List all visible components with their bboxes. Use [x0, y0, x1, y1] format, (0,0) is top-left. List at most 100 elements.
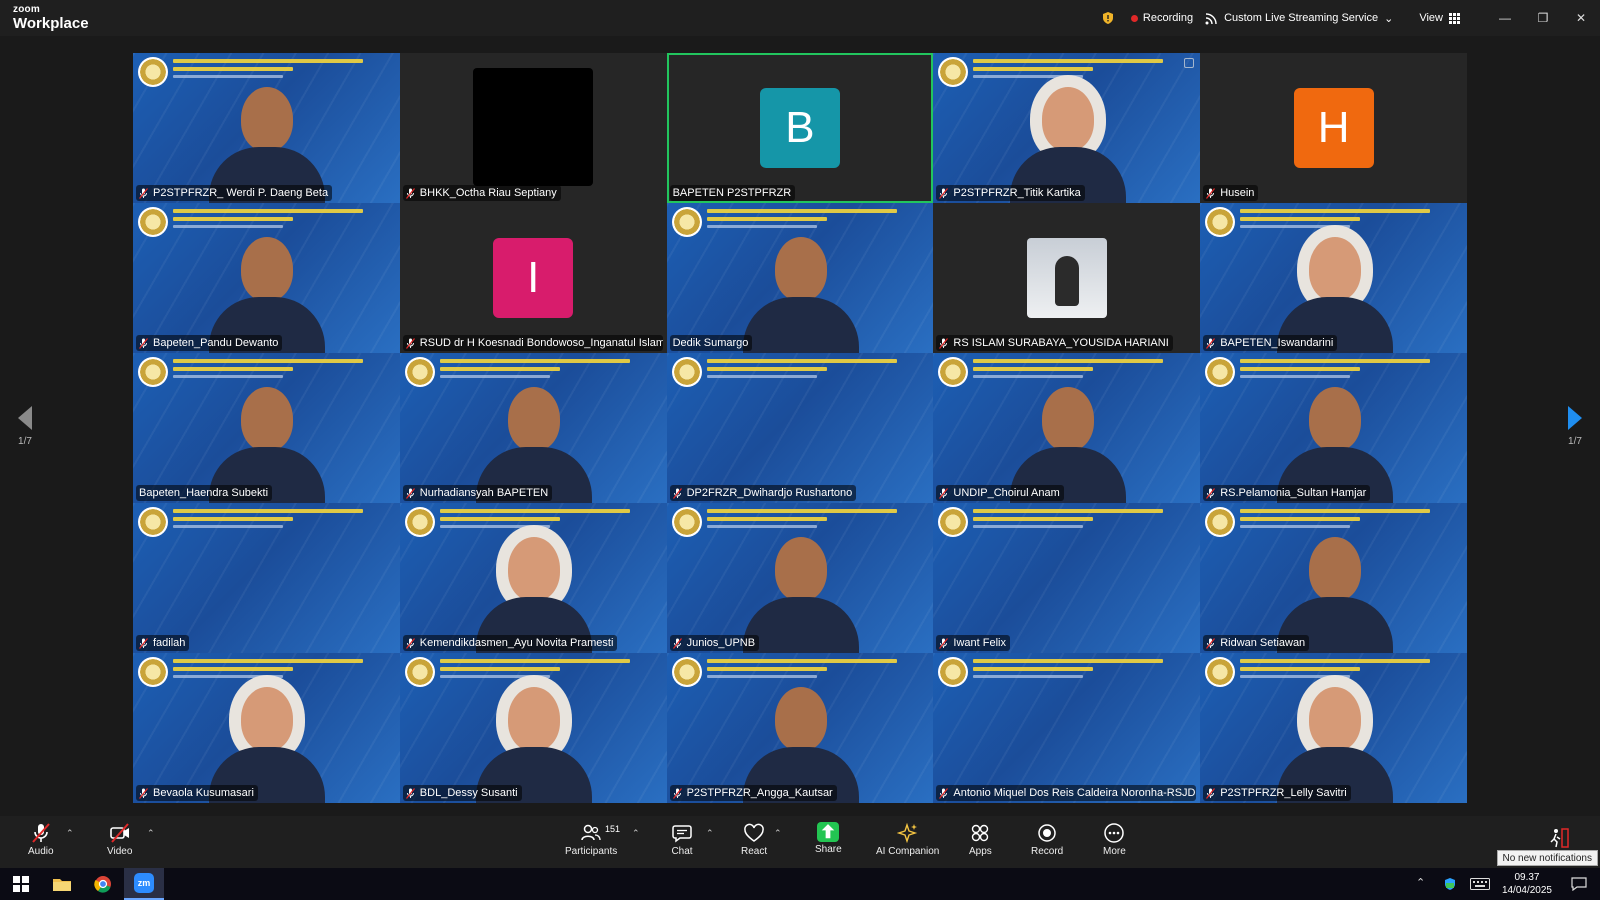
security-tray-icon[interactable]: [1443, 877, 1457, 891]
participant-tile[interactable]: H Husein: [1200, 53, 1467, 203]
banner-graphic: [173, 367, 293, 371]
participant-tile[interactable]: P2STPFRZR_Titik Kartika: [933, 53, 1201, 203]
participant-tile[interactable]: Iwant Felix: [933, 503, 1201, 653]
audio-options-caret-icon[interactable]: ⌃: [66, 828, 74, 839]
participant-name: fadilah: [153, 637, 186, 649]
participant-tile[interactable]: Ridwan Setiawan: [1200, 503, 1467, 653]
participant-tile[interactable]: Junios_UPNB: [666, 503, 934, 653]
view-label[interactable]: View: [1419, 12, 1443, 24]
leave-meeting-icon[interactable]: [1547, 827, 1571, 849]
participant-name-label: BDL_Dessy Susanti: [402, 785, 522, 801]
participant-name: Bevaola Kusumasari: [153, 787, 254, 799]
participant-name: Bapeten_Pandu Dewanto: [153, 337, 279, 349]
participant-tile[interactable]: Antonio Miquel Dos Reis Caldeira Noronha…: [933, 653, 1201, 803]
minimize-button[interactable]: —: [1486, 0, 1524, 36]
banner-graphic: [173, 67, 293, 71]
participant-tile[interactable]: Nurhadiansyah BAPETEN: [399, 353, 667, 503]
participant-tile[interactable]: Dedik Sumargo: [666, 203, 934, 353]
restore-button[interactable]: ❐: [1524, 0, 1562, 36]
participant-tile[interactable]: Bapeten_Pandu Dewanto: [133, 203, 400, 353]
microphone-muted-icon: [939, 187, 949, 199]
participant-name-label: DP2FRZR_Dwihardjo Rushartono: [669, 485, 857, 501]
participant-name-label: P2STPFRZR_ Werdi P. Daeng Beta: [136, 185, 333, 201]
banner-graphic: [1240, 517, 1361, 521]
windows-start-icon[interactable]: [8, 868, 34, 900]
share-button[interactable]: Share: [815, 822, 842, 864]
participant-name-label: Kemendikdasmen_Ayu Novita Pramesti: [402, 635, 618, 651]
participant-name: BHKK_Octha Riau Septiany: [419, 187, 557, 199]
participant-tile[interactable]: P2STPFRZR_Lelly Savitri: [1200, 653, 1467, 803]
participant-video: [468, 673, 598, 803]
participants-label: Participants: [565, 846, 618, 857]
ai-companion-button[interactable]: AI Companion: [876, 822, 939, 864]
record-label: Record: [1031, 846, 1064, 857]
participant-video: [468, 523, 598, 653]
participant-tile[interactable]: P2STPFRZR_Angga_Kautsar: [666, 653, 934, 803]
chat-options-caret-icon[interactable]: ⌃: [706, 828, 714, 839]
participant-tile[interactable]: P2STPFRZR_ Werdi P. Daeng Beta: [133, 53, 400, 203]
audio-button[interactable]: Audio: [28, 822, 54, 864]
participant-video: [1002, 73, 1132, 203]
banner-graphic: [973, 659, 1164, 663]
notification-center-icon[interactable]: [1571, 877, 1587, 891]
participant-tile[interactable]: BHKK_Octha Riau Septiany: [399, 53, 667, 203]
clock[interactable]: 09.37 14/04/2025: [1502, 871, 1552, 897]
microphone-muted-icon: [939, 337, 949, 349]
participant-name-label: Ridwan Setiawan: [1203, 635, 1310, 651]
participant-tile[interactable]: BAPETEN_Iswandarini: [1200, 203, 1467, 353]
brand-big: Workplace: [13, 15, 89, 32]
participant-name: RS ISLAM SURABAYA_YOUSIDA HARIANI: [953, 337, 1169, 349]
previous-page-button[interactable]: 1/7: [5, 406, 45, 447]
grid-view-icon[interactable]: [1449, 12, 1460, 24]
bapeten-seal-icon: [938, 357, 969, 387]
banner-graphic: [173, 59, 363, 63]
participant-name-label: fadilah: [136, 635, 190, 651]
video-button[interactable]: Video: [107, 822, 132, 864]
participant-avatar: I: [493, 238, 574, 318]
file-explorer-icon[interactable]: [48, 868, 76, 900]
participant-tile[interactable]: DP2FRZR_Dwihardjo Rushartono: [666, 353, 934, 503]
video-options-caret-icon[interactable]: ⌃: [147, 828, 155, 839]
banner-graphic: [173, 667, 293, 671]
more-button[interactable]: More: [1103, 822, 1126, 864]
streaming-label[interactable]: Custom Live Streaming Service: [1224, 12, 1378, 24]
apps-button[interactable]: Apps: [969, 822, 992, 864]
microphone-muted-icon: [939, 487, 949, 499]
participant-tile[interactable]: Kemendikdasmen_Ayu Novita Pramesti: [399, 503, 667, 653]
keyboard-icon[interactable]: [1470, 878, 1490, 890]
close-button[interactable]: ✕: [1562, 0, 1600, 36]
pin-icon[interactable]: [1184, 58, 1195, 68]
participant-video: [201, 73, 331, 203]
bapeten-seal-icon: [404, 357, 435, 387]
arrow-left-icon: [18, 406, 32, 430]
chat-button[interactable]: Chat: [671, 822, 693, 864]
apps-icon: [972, 824, 989, 842]
next-page-button[interactable]: 1/7: [1555, 406, 1595, 447]
microphone-muted-icon: [32, 823, 50, 843]
participant-video: [201, 373, 331, 503]
zoom-taskbar-icon[interactable]: zm: [124, 868, 164, 900]
participant-name-label: P2STPFRZR_Lelly Savitri: [1203, 785, 1351, 801]
participant-tile[interactable]: B BAPETEN P2STPFRZR: [666, 53, 934, 203]
participant-tile[interactable]: Bapeten_Haendra Subekti: [133, 353, 400, 503]
tray-expand-icon[interactable]: ⌃: [1416, 876, 1425, 889]
participant-tile[interactable]: Bevaola Kusumasari: [133, 653, 400, 803]
participant-tile[interactable]: fadilah: [133, 503, 400, 653]
participants-options-caret-icon[interactable]: ⌃: [632, 828, 640, 839]
participant-tile[interactable]: RS.Pelamonia_Sultan Hamjar: [1200, 353, 1467, 503]
shield-icon[interactable]: [1101, 11, 1115, 25]
react-button[interactable]: React: [741, 822, 767, 864]
chevron-down-icon[interactable]: ⌄: [1384, 12, 1393, 25]
video-label: Video: [107, 846, 133, 857]
participant-tile[interactable]: BDL_Dessy Susanti: [399, 653, 667, 803]
streaming-icon: [1205, 12, 1217, 24]
bapeten-seal-icon: [671, 207, 702, 237]
record-button[interactable]: Record: [1031, 822, 1063, 864]
participant-tile[interactable]: RS ISLAM SURABAYA_YOUSIDA HARIANI: [933, 203, 1201, 353]
chrome-icon[interactable]: [88, 868, 118, 900]
participant-tile[interactable]: UNDIP_Choirul Anam: [933, 353, 1201, 503]
react-options-caret-icon[interactable]: ⌃: [774, 828, 782, 839]
participant-tile[interactable]: I RSUD dr H Koesnadi Bondowoso_Inganatul …: [399, 203, 667, 353]
bapeten-seal-icon: [938, 657, 969, 687]
recording-label[interactable]: Recording: [1143, 12, 1193, 24]
